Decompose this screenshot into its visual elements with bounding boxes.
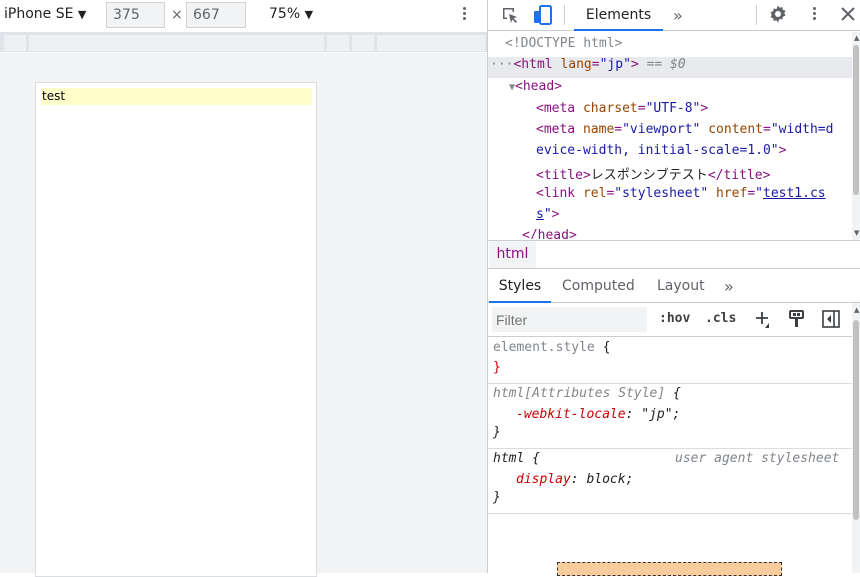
device-name: iPhone SE xyxy=(4,6,74,22)
hover-state-toggle[interactable]: :hov xyxy=(659,311,690,326)
selected-node-marker: == $0 xyxy=(646,57,686,72)
styles-scroll-thumb[interactable] xyxy=(853,320,859,520)
device-viewport xyxy=(35,82,317,577)
rule-html-user-agent[interactable]: html { xyxy=(493,451,540,466)
scroll-up-icon[interactable]: ▲ xyxy=(854,306,859,314)
scroll-up-icon[interactable]: ▲ xyxy=(854,34,859,42)
dom-node-html[interactable]: ···<html lang="jp"> == $0 xyxy=(490,57,686,72)
rule-close-brace: } xyxy=(493,360,501,375)
rule-close-brace: } xyxy=(493,490,501,505)
device-select[interactable]: iPhone SE ▼ xyxy=(4,6,86,22)
title-text: レスポンシブテスト xyxy=(590,168,708,183)
height-input[interactable]: 667 xyxy=(186,2,246,28)
dom-node-head[interactable]: ▼<head> xyxy=(509,79,562,94)
scroll-down-icon[interactable]: ▼ xyxy=(854,229,859,237)
declaration-webkit-locale[interactable]: -webkit-locale: "jp"; xyxy=(516,407,680,422)
rule-source-label: user agent stylesheet xyxy=(675,451,840,466)
dom-node-meta-charset[interactable]: <meta charset="UTF-8"> xyxy=(536,101,708,116)
dom-node-head-close[interactable]: </head> xyxy=(522,228,577,239)
gear-icon[interactable] xyxy=(768,4,788,24)
class-toggle[interactable]: .cls xyxy=(705,311,736,326)
tab-elements[interactable]: Elements xyxy=(574,0,663,31)
close-icon[interactable] xyxy=(838,4,858,24)
caret-down-icon: ▼ xyxy=(77,8,87,21)
dom-doctype[interactable]: <!DOCTYPE html> xyxy=(505,36,622,51)
dom-node-title[interactable]: <title>レスポンシブテスト</title> xyxy=(536,164,770,183)
breadcrumb-html[interactable]: html xyxy=(489,241,536,268)
more-options-icon[interactable] xyxy=(458,5,470,25)
tab-styles[interactable]: Styles xyxy=(489,269,551,303)
dom-node-meta-viewport[interactable]: <meta name="viewport" content="width=d xyxy=(536,122,833,137)
dimension-separator: × xyxy=(171,7,183,23)
dom-node-link[interactable]: <link rel="stylesheet" href="test1.cs xyxy=(536,186,826,201)
rule-element-style[interactable]: element.style { xyxy=(493,340,610,355)
ellipsis-icon[interactable]: ··· xyxy=(490,57,513,72)
styles-filter-input[interactable] xyxy=(492,307,647,332)
zoom-select[interactable]: 75% ▼ xyxy=(269,6,313,22)
device-toolbar-toggle-icon[interactable] xyxy=(533,5,553,25)
breadcrumb xyxy=(488,240,860,269)
rule-attributes-style[interactable]: html[Attributes Style] { xyxy=(493,386,681,401)
width-input[interactable]: 375 xyxy=(106,2,165,28)
more-tabs-icon[interactable]: » xyxy=(673,6,683,25)
customize-devtools-icon[interactable] xyxy=(808,5,820,25)
stylesheet-link[interactable]: test1.cs xyxy=(763,186,826,201)
more-tabs-icon[interactable]: » xyxy=(724,277,734,296)
add-rule-icon[interactable] xyxy=(753,309,773,329)
page-test-text: test xyxy=(41,88,312,105)
inspect-element-icon[interactable] xyxy=(501,6,519,24)
tab-computed[interactable]: Computed xyxy=(562,269,635,303)
dom-node-link-cont: s"> xyxy=(536,207,560,222)
rule-close-brace: } xyxy=(493,425,501,440)
caret-down-icon: ▼ xyxy=(304,8,314,21)
color-format-icon[interactable] xyxy=(789,310,805,328)
dom-node-meta-viewport-cont: evice-width, initial-scale=1.0"> xyxy=(536,143,787,158)
tab-layout[interactable]: Layout xyxy=(657,269,705,303)
box-model-diagram[interactable] xyxy=(557,562,782,576)
media-query-ruler[interactable] xyxy=(0,32,487,52)
declaration-display[interactable]: display: block; xyxy=(516,472,633,487)
tree-scroll-thumb[interactable] xyxy=(853,45,859,195)
zoom-value: 75% xyxy=(269,6,301,22)
toggle-sidebar-icon[interactable] xyxy=(822,310,840,328)
